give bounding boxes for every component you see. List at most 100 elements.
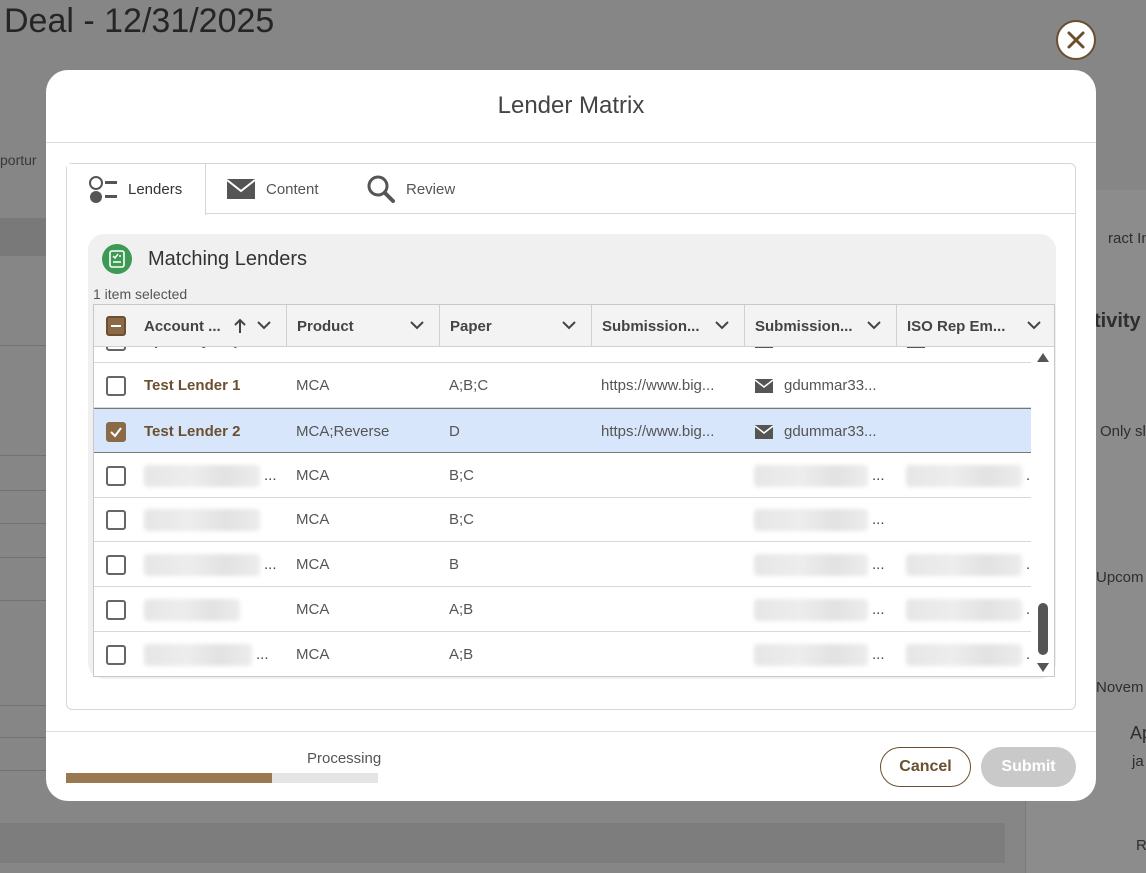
lender-matrix-icon: [102, 244, 132, 274]
paper-cell: A;B: [449, 646, 474, 663]
envelope-icon: [907, 347, 925, 348]
account-cell-redacted[interactable]: ...: [144, 632, 269, 676]
vertical-scrollbar[interactable]: [1031, 347, 1054, 676]
processing-label: Processing: [307, 750, 382, 767]
column-header-product[interactable]: Product: [286, 305, 439, 347]
scroll-down-arrow-icon[interactable]: [1037, 663, 1049, 672]
table-row[interactable]: ... MCA B;C ... ..: [94, 453, 1031, 498]
product-cell: MCA: [296, 646, 330, 663]
table-row[interactable]: ... MCA A;B ... .: [94, 632, 1031, 676]
tab-panel: Lenders Content Review Matching Lenders …: [66, 163, 1076, 710]
iso-rep-email-redacted: .: [906, 587, 1030, 632]
checkmark-icon: [110, 427, 122, 438]
tab-content[interactable]: Content: [226, 164, 319, 214]
table-row-selected[interactable]: Test Lender 2 MCA;Reverse D https://www.…: [94, 408, 1031, 453]
scrollbar-thumb[interactable]: [1038, 603, 1048, 655]
magnifier-icon: [367, 175, 395, 203]
product-cell: MCA: [296, 601, 330, 618]
product-cell: MCA: [296, 467, 330, 484]
column-label: Submission...: [602, 317, 700, 335]
tab-label: Lenders: [128, 181, 183, 198]
account-cell[interactable]: Test Lender 2: [144, 409, 240, 454]
grid-header: Account ... Product Paper Submission... …: [94, 305, 1054, 347]
submission-email-cell[interactable]: gdummar33...: [754, 409, 877, 454]
chevron-down-icon[interactable]: [714, 319, 730, 331]
paper-cell: B: [449, 556, 460, 573]
modal-title: Lender Matrix: [46, 70, 1096, 143]
chevron-down-icon[interactable]: [256, 319, 272, 331]
product-cell: MCA;Reverse: [296, 423, 390, 440]
submission-email-redacted: ...: [754, 453, 885, 498]
column-label: Product: [297, 317, 354, 335]
grid-body: Specialty Capital MCA B Test Lender: [94, 347, 1031, 676]
chevron-down-icon[interactable]: [561, 319, 577, 331]
column-header-submission-email[interactable]: Submission...: [744, 305, 896, 347]
row-checkbox[interactable]: [106, 645, 126, 665]
envelope-icon: [226, 179, 256, 199]
account-cell-redacted[interactable]: [144, 587, 240, 632]
tab-bar: Lenders Content Review: [67, 164, 1075, 215]
chevron-down-icon[interactable]: [866, 319, 882, 331]
account-cell[interactable]: Test Lender 1: [144, 363, 240, 408]
column-label: Paper: [450, 317, 492, 335]
tab-label: Content: [266, 180, 319, 198]
row-checkbox[interactable]: [106, 422, 126, 442]
section-title: Matching Lenders: [148, 247, 307, 270]
cancel-button[interactable]: Cancel: [880, 747, 971, 787]
account-cell-redacted[interactable]: [144, 497, 260, 542]
sort-ascending-icon: [234, 318, 246, 333]
row-checkbox[interactable]: [106, 466, 126, 486]
selected-count: 1 item selected: [93, 286, 188, 302]
select-all-checkbox[interactable]: [106, 316, 126, 336]
lenders-icon: [89, 175, 117, 203]
lender-matrix-modal: Lender Matrix Lenders Content Review Mat…: [46, 70, 1096, 801]
chevron-down-icon[interactable]: [409, 319, 425, 331]
chevron-down-icon[interactable]: [1026, 319, 1042, 331]
matching-lenders-card: Matching Lenders 1 item selected Account…: [88, 234, 1056, 679]
column-header-account[interactable]: Account ...: [134, 305, 286, 347]
table-row[interactable]: MCA B;C ...: [94, 497, 1031, 542]
table-row[interactable]: ... MCA B ... .: [94, 542, 1031, 587]
row-checkbox[interactable]: [106, 600, 126, 620]
email-text: gdummar33...: [784, 377, 877, 394]
product-cell: MCA: [296, 511, 330, 528]
tab-review[interactable]: Review: [366, 164, 455, 214]
row-checkbox[interactable]: [106, 555, 126, 575]
row-checkbox[interactable]: [106, 510, 126, 530]
email-text: gdummar33...: [784, 423, 877, 440]
submission-url-cell[interactable]: https://www.big...: [601, 409, 714, 454]
envelope-icon: [754, 378, 774, 393]
row-checkbox[interactable]: [106, 347, 126, 351]
close-button[interactable]: [1056, 20, 1096, 60]
column-header-paper[interactable]: Paper: [439, 305, 591, 347]
product-cell: MCA: [296, 377, 330, 394]
section-header: Matching Lenders: [102, 244, 307, 274]
envelope-icon: [755, 347, 773, 348]
iso-rep-email-redacted: .: [906, 632, 1030, 676]
submission-email-redacted: ...: [754, 497, 885, 542]
row-checkbox[interactable]: [106, 376, 126, 396]
iso-rep-email-cell: [906, 347, 926, 363]
table-row[interactable]: Test Lender 1 MCA A;B;C https://www.big.…: [94, 363, 1031, 408]
paper-cell: B;C: [449, 467, 475, 484]
modal-footer: Processing Cancel Submit: [46, 731, 1096, 801]
product-cell: MCA: [296, 347, 329, 363]
account-cell-redacted[interactable]: ...: [144, 453, 277, 498]
submission-email-cell[interactable]: gdummar33...: [754, 363, 877, 408]
table-row[interactable]: MCA A;B ... .: [94, 587, 1031, 632]
envelope-icon: [754, 424, 774, 439]
tab-lenders[interactable]: Lenders: [67, 164, 206, 215]
submission-email-redacted: ...: [754, 587, 885, 632]
submission-url-cell[interactable]: https://www.big...: [601, 363, 714, 408]
account-cell-redacted[interactable]: ...: [144, 542, 277, 587]
submit-button[interactable]: Submit: [981, 747, 1076, 787]
submission-email-redacted: ...: [754, 542, 885, 587]
column-label: Submission...: [755, 317, 853, 335]
column-header-submission-url[interactable]: Submission...: [591, 305, 744, 347]
progress-fill: [66, 773, 272, 783]
column-header-iso-rep-email[interactable]: ISO Rep Em...: [896, 305, 1054, 347]
iso-rep-email-redacted: .: [906, 542, 1030, 587]
table-row[interactable]: Specialty Capital MCA B: [94, 347, 1031, 363]
scroll-up-arrow-icon[interactable]: [1037, 353, 1049, 362]
account-cell[interactable]: Specialty Capital: [144, 347, 264, 363]
